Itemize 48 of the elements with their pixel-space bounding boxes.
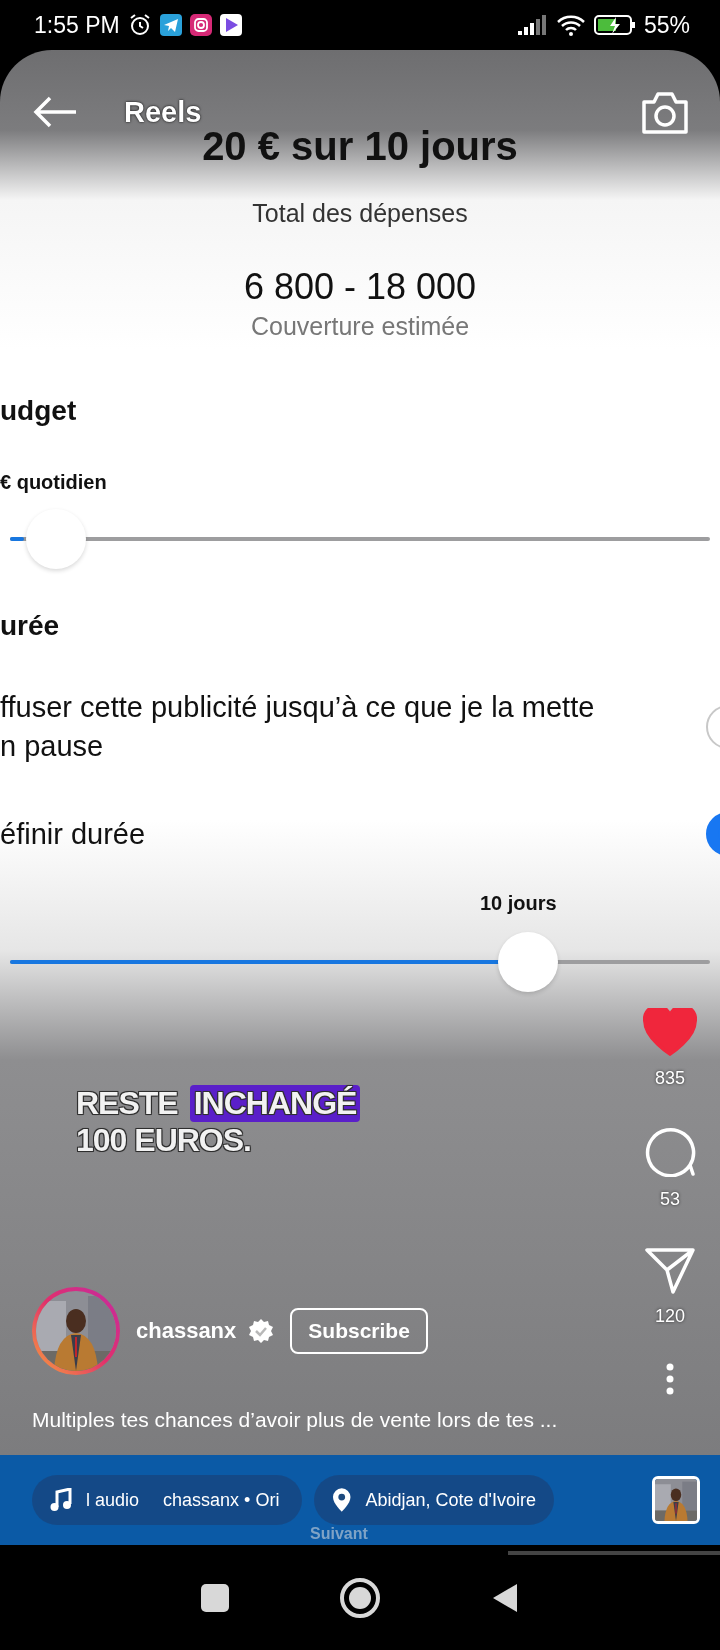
slider-thumb[interactable]	[26, 509, 86, 569]
music-note-icon	[50, 1488, 72, 1512]
caption-text: 100 EUROS.	[75, 1122, 252, 1159]
back-icon[interactable]	[491, 1581, 519, 1614]
video-title: 20 € sur 10 jours	[202, 124, 518, 169]
spend-label: Total des dépenses	[252, 199, 468, 228]
caption-text: INCHANGÉ	[189, 1085, 361, 1122]
home-icon[interactable]	[339, 1576, 381, 1619]
comment-count: 53	[660, 1189, 680, 1210]
play-store-icon	[219, 14, 242, 36]
page-title: Reels	[124, 95, 202, 129]
caption-text: RESTE	[75, 1085, 179, 1122]
duration-option: ffuser cette publicité jusqu’à ce que je la mette n pause	[0, 688, 706, 766]
battery-percent: 55%	[643, 11, 690, 39]
duration-slider[interactable]	[10, 931, 710, 993]
duration-option: éfinir durée	[0, 814, 706, 854]
instagram-app-icon	[189, 14, 212, 36]
telegram-app-icon	[159, 14, 182, 36]
signal-icon	[517, 15, 548, 35]
like-count: 835	[654, 1068, 685, 1089]
audio-track: chassanx • Ori	[163, 1489, 280, 1511]
subscribe-button[interactable]: Subscribe	[290, 1308, 428, 1354]
duration-heading: urée	[0, 610, 61, 642]
next-label: Suivant	[310, 1525, 368, 1543]
budget-slider-label: € quotidien	[0, 471, 108, 494]
battery-icon	[593, 14, 636, 36]
reach-label: Couverture estimée	[250, 312, 470, 341]
comment-icon[interactable]	[644, 1125, 696, 1177]
back-arrow-icon[interactable]	[32, 95, 78, 129]
duration-slider-label: 10 jours	[480, 892, 557, 915]
slider-thumb[interactable]	[498, 932, 558, 992]
camera-icon[interactable]	[640, 90, 690, 134]
status-time: 1:55 PM	[34, 11, 120, 39]
author-name[interactable]: chassanx	[136, 1318, 237, 1344]
budget-slider[interactable]	[10, 508, 710, 570]
more-options-icon[interactable]	[666, 1363, 674, 1395]
wifi-icon	[555, 14, 586, 36]
location-pin-icon	[332, 1487, 352, 1513]
location-label: Abidjan, Cote d'Ivoire	[365, 1489, 536, 1511]
audio-label: l audio	[86, 1489, 140, 1511]
recent-apps-icon[interactable]	[201, 1583, 229, 1612]
budget-heading: udget	[0, 395, 78, 427]
audio-pill[interactable]: l audio chassanx • Ori	[32, 1475, 302, 1525]
location-pill[interactable]: Abidjan, Cote d'Ivoire	[314, 1475, 554, 1525]
share-count: 120	[654, 1306, 685, 1327]
send-icon[interactable]	[645, 1246, 695, 1294]
reach-range: 6 800 - 18 000	[243, 266, 477, 308]
reel-description[interactable]: Multiples tes chances d’avoir plus de vente lors de tes ...	[32, 1408, 558, 1432]
